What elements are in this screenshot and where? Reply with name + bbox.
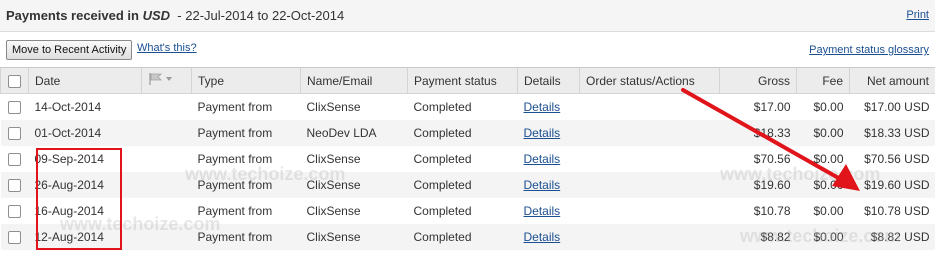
cell-name: ClixSense [306, 204, 361, 218]
column-order-status[interactable]: Order status/Actions [579, 67, 720, 94]
row-checkbox[interactable] [8, 205, 21, 219]
cell-net: $70.56 USD [864, 152, 930, 166]
cell-name: ClixSense [306, 152, 361, 166]
cell-type: Payment from [197, 100, 273, 114]
cell-type: Payment from [191, 172, 301, 198]
cell-gross: $17.00 [753, 100, 791, 114]
cell-status: Completed [407, 224, 518, 250]
cell-gross: $70.56 [753, 152, 791, 166]
cell-status: Completed [413, 100, 472, 114]
details-link[interactable]: Details [524, 126, 561, 140]
whats-this-link[interactable]: What's this? [137, 42, 197, 54]
cell-date: 14-Oct-2014 [34, 100, 102, 114]
row-checkbox[interactable] [8, 127, 21, 141]
payments-table: Date Type Name/Email Payment status Deta… [0, 67, 935, 250]
table-row: 12-Aug-2014 Payment from ClixSense Compl… [0, 224, 935, 250]
column-type[interactable]: Type [191, 67, 301, 94]
column-name-email[interactable]: Name/Email [300, 67, 408, 94]
cell-net: $17.00 USD [864, 100, 930, 114]
cell-name: ClixSense [300, 172, 408, 198]
table-row: 26-Aug-2014 Payment from ClixSense Compl… [0, 172, 935, 198]
title-date-range: - 22-Jul-2014 to 22-Oct-2014 [177, 8, 345, 23]
cell-status: Completed [413, 152, 472, 166]
cell-flag [142, 146, 192, 172]
table-row: 01-Oct-2014 Payment from NeoDev LDA Comp… [0, 120, 935, 146]
cell-gross: $10.78 [753, 204, 791, 218]
column-payment-status[interactable]: Payment status [407, 67, 518, 94]
row-checkbox[interactable] [8, 179, 21, 193]
cell-gross: $18.33 [719, 120, 797, 146]
table-row: 09-Sep-2014 Payment from ClixSense Compl… [1, 146, 935, 172]
column-date[interactable]: Date [28, 67, 142, 94]
payment-status-glossary-link[interactable]: Payment status glossary [809, 44, 929, 56]
cell-order [579, 120, 720, 146]
cell-fee: $0.00 [796, 120, 850, 146]
table-body: 14-Oct-2014 Payment from ClixSense Compl… [0, 94, 935, 250]
cell-flag [141, 120, 192, 146]
cell-net: $10.78 USD [864, 204, 930, 218]
toolbar: Move to Recent Activity What's this? Pay… [0, 32, 935, 67]
details-link[interactable]: Details [524, 100, 561, 114]
cell-order [579, 172, 720, 198]
cell-flag [142, 198, 192, 224]
cell-fee: $0.00 [813, 204, 844, 218]
flag-filter-icon[interactable] [148, 72, 178, 89]
cell-name: NeoDev LDA [300, 120, 408, 146]
column-flag[interactable] [141, 67, 192, 94]
column-net-amount[interactable]: Net amount [849, 67, 935, 94]
cell-type: Payment from [197, 152, 273, 166]
print-link[interactable]: Print [906, 9, 929, 21]
title-currency: USD [142, 8, 171, 23]
details-link[interactable]: Details [524, 230, 561, 244]
cell-type: Payment from [191, 224, 301, 250]
cell-flag [142, 94, 192, 121]
column-gross[interactable]: Gross [719, 67, 797, 94]
cell-date: 16-Aug-2014 [34, 204, 104, 218]
details-link[interactable]: Details [524, 178, 561, 192]
cell-date: 09-Sep-2014 [34, 152, 104, 166]
cell-status: Completed [407, 172, 518, 198]
cell-net: $18.33 USD [849, 120, 935, 146]
cell-type: Payment from [191, 120, 301, 146]
page-title: Payments received in USD - 22-Jul-2014 t… [6, 8, 344, 23]
title-prefix: Payments received [6, 8, 124, 23]
details-link[interactable]: Details [524, 152, 561, 166]
page-header: Payments received in USD - 22-Jul-2014 t… [0, 0, 935, 32]
move-to-recent-activity-button[interactable]: Move to Recent Activity [6, 40, 133, 60]
cell-status: Completed [413, 204, 472, 218]
cell-flag [141, 172, 192, 198]
cell-gross: $8.82 [719, 224, 797, 250]
cell-order [579, 224, 720, 250]
cell-net: $8.82 USD [849, 224, 935, 250]
row-checkbox[interactable] [8, 101, 21, 115]
select-all-cell [0, 67, 29, 94]
cell-status: Completed [407, 120, 518, 146]
cell-flag [141, 224, 192, 250]
table-row: 14-Oct-2014 Payment from ClixSense Compl… [1, 94, 935, 121]
cell-order [580, 146, 720, 172]
cell-fee: $0.00 [796, 172, 850, 198]
cell-order [580, 198, 720, 224]
cell-type: Payment from [197, 204, 273, 218]
table-row: 16-Aug-2014 Payment from ClixSense Compl… [1, 198, 935, 224]
cell-fee: $0.00 [813, 100, 844, 114]
select-all-checkbox[interactable] [8, 74, 21, 88]
title-in: in [127, 8, 139, 23]
cell-name: ClixSense [300, 224, 408, 250]
table-header-row: Date Type Name/Email Payment status Deta… [0, 67, 935, 94]
row-checkbox[interactable] [8, 153, 21, 167]
column-details[interactable]: Details [517, 67, 580, 94]
cell-gross: $19.60 [719, 172, 797, 198]
cell-order [580, 94, 720, 121]
cell-fee: $0.00 [813, 152, 844, 166]
details-link[interactable]: Details [524, 204, 561, 218]
cell-net: $19.60 USD [849, 172, 935, 198]
cell-date: 12-Aug-2014 [28, 224, 142, 250]
cell-fee: $0.00 [796, 224, 850, 250]
cell-date: 01-Oct-2014 [28, 120, 142, 146]
cell-name: ClixSense [306, 100, 361, 114]
column-fee[interactable]: Fee [796, 67, 850, 94]
row-checkbox[interactable] [8, 231, 21, 245]
cell-date: 26-Aug-2014 [28, 172, 142, 198]
